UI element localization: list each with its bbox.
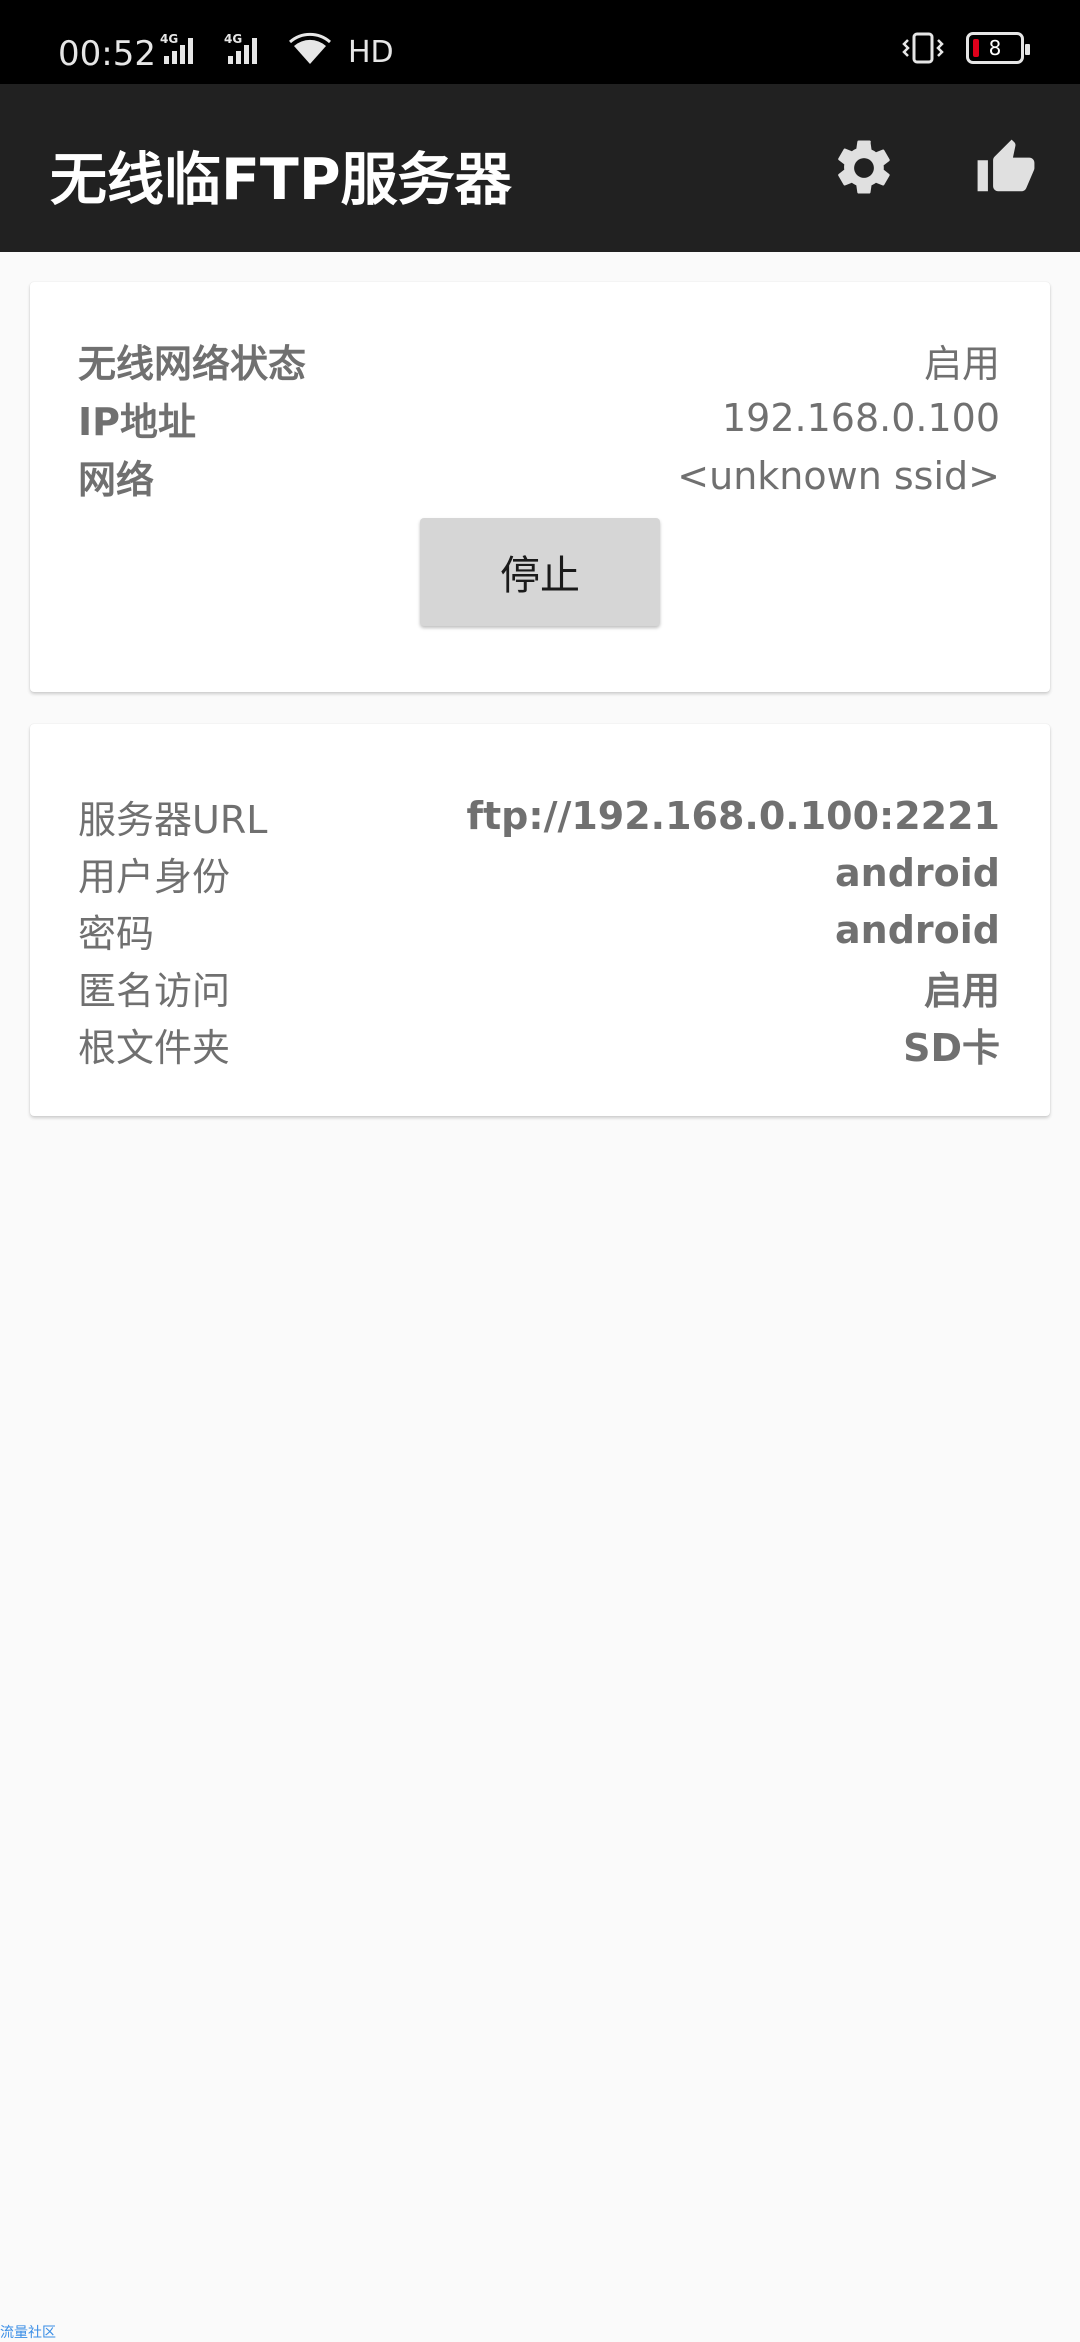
ip-address-row: IP地址 192.168.0.100 — [78, 390, 1000, 446]
vibrate-icon — [902, 32, 944, 64]
password-label: 密码 — [78, 911, 155, 956]
status-icons-left: 4G 4G HD — [160, 32, 394, 70]
wifi-status-value: 启用 — [923, 341, 1000, 386]
thumbs-up-icon — [977, 139, 1035, 192]
password-row: 密码 android — [78, 902, 1000, 958]
gear-icon — [838, 140, 890, 194]
settings-button[interactable] — [824, 128, 904, 208]
server-url-label: 服务器URL — [78, 797, 268, 842]
battery-icon: 8 — [966, 32, 1030, 64]
network-label: 网络 — [78, 457, 155, 502]
status-bar: 00:52 4G 4G HD 8 — [0, 0, 1080, 84]
server-url-value: ftp://192.168.0.100:2221 — [466, 794, 1000, 838]
cellular-signal-icon: 4G — [160, 32, 193, 64]
battery-level: 8 — [988, 36, 1002, 60]
status-time: 00:52 — [58, 34, 156, 74]
app-bar: 无线临FTP服务器 — [0, 84, 1080, 252]
server-url-row: 服务器URL ftp://192.168.0.100:2221 — [78, 788, 1000, 844]
ip-address-label: IP地址 — [78, 399, 196, 444]
wifi-status-label: 无线网络状态 — [78, 341, 307, 386]
password-value: android — [835, 908, 1000, 952]
app-title: 无线临FTP服务器 — [50, 147, 512, 213]
network-row: 网络 <unknown ssid> — [78, 448, 1000, 504]
status-icons-right: 8 — [900, 30, 1030, 66]
network-value: <unknown ssid> — [677, 454, 1000, 498]
watermark: 流量社区 — [0, 2325, 56, 2341]
server-info-card: 服务器URL ftp://192.168.0.100:2221 用户身份 and… — [30, 724, 1050, 1116]
svg-text:4G: 4G — [224, 32, 242, 46]
like-button[interactable] — [966, 128, 1046, 208]
svg-text:4G: 4G — [160, 32, 178, 46]
anonymous-access-value: 启用 — [923, 968, 1000, 1013]
wifi-icon — [289, 32, 331, 64]
root-folder-value: SD卡 — [903, 1025, 1000, 1070]
hd-voice-indicator: HD — [348, 34, 394, 70]
root-folder-row: 根文件夹 SD卡 — [78, 1016, 1000, 1072]
user-id-label: 用户身份 — [78, 854, 231, 899]
user-id-row: 用户身份 android — [78, 845, 1000, 901]
root-folder-label: 根文件夹 — [78, 1025, 231, 1070]
stop-button[interactable]: 停止 — [420, 518, 660, 626]
wifi-status-card: 无线网络状态 启用 IP地址 192.168.0.100 网络 <unknown… — [30, 282, 1050, 692]
anonymous-access-row: 匿名访问 启用 — [78, 959, 1000, 1015]
anonymous-access-label: 匿名访问 — [78, 968, 231, 1013]
wifi-status-row: 无线网络状态 启用 — [78, 332, 1000, 388]
user-id-value: android — [835, 851, 1000, 895]
ip-address-value: 192.168.0.100 — [721, 396, 1000, 440]
cellular-signal-icon: 4G — [224, 32, 257, 64]
